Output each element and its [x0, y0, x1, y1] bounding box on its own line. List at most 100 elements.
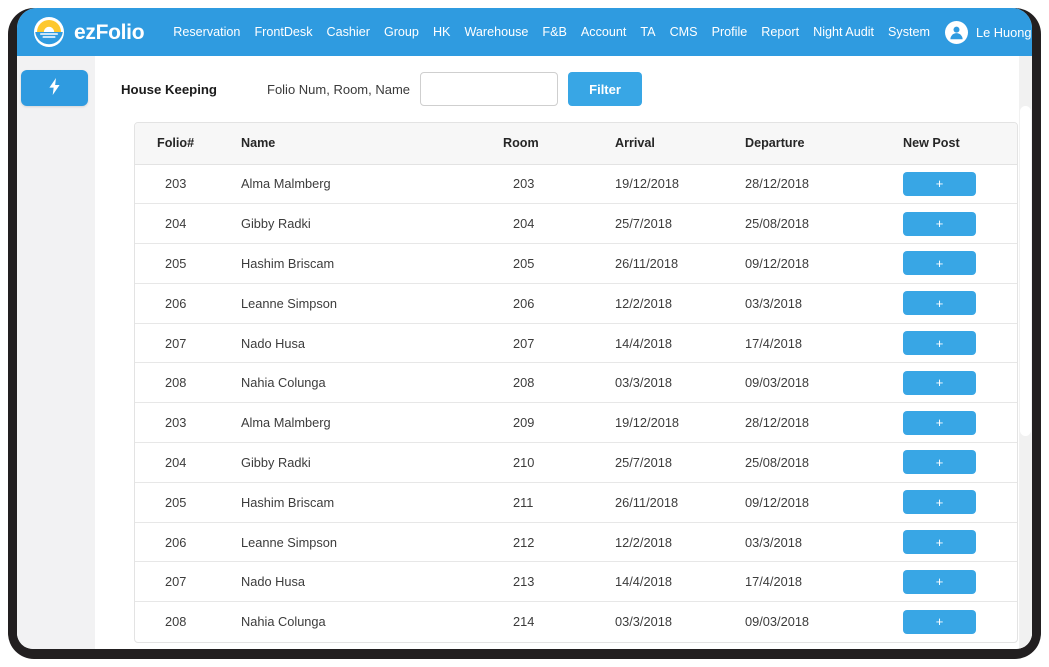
- nav-item-fnb[interactable]: F&B: [535, 19, 574, 45]
- cell-folio: 204: [135, 204, 227, 244]
- cell-departure: 28/12/2018: [735, 164, 895, 204]
- quick-action-button[interactable]: [21, 70, 88, 106]
- app-viewport: ezFolio Reservation FrontDesk Cashier Gr…: [17, 8, 1032, 649]
- brand-name: ezFolio: [74, 22, 144, 43]
- table-row[interactable]: 204Gibby Radki20425/7/201825/08/2018+: [135, 204, 1017, 244]
- nav-item-cashier[interactable]: Cashier: [320, 19, 377, 45]
- nav-item-profile[interactable]: Profile: [705, 19, 755, 45]
- table-row[interactable]: 208Nahia Colunga20803/3/201809/03/2018+: [135, 363, 1017, 403]
- cell-departure: 09/12/2018: [735, 244, 895, 284]
- cell-name: Hashim Briscam: [227, 244, 485, 284]
- new-post-plus-icon-button[interactable]: +: [903, 610, 976, 634]
- nav-item-group[interactable]: Group: [377, 19, 426, 45]
- cell-room: 211: [485, 482, 605, 522]
- column-header-room[interactable]: Room: [485, 123, 605, 164]
- table-row[interactable]: 206Leanne Simpson20612/2/201803/3/2018+: [135, 283, 1017, 323]
- filter-field-label: Folio Num, Room, Name: [267, 82, 410, 97]
- new-post-plus-icon-button[interactable]: +: [903, 490, 976, 514]
- cell-room: 204: [485, 204, 605, 244]
- cell-name: Leanne Simpson: [227, 522, 485, 562]
- nav-item-account[interactable]: Account: [574, 19, 634, 45]
- new-post-plus-icon-button[interactable]: +: [903, 530, 976, 554]
- cell-departure: 09/12/2018: [735, 482, 895, 522]
- cell-name: Nado Husa: [227, 323, 485, 363]
- table-row[interactable]: 203Alma Malmberg20319/12/201828/12/2018+: [135, 164, 1017, 204]
- table-row[interactable]: 208Nahia Colunga21403/3/201809/03/2018+: [135, 602, 1017, 642]
- table-row[interactable]: 206Leanne Simpson21212/2/201803/3/2018+: [135, 522, 1017, 562]
- cell-folio: 208: [135, 602, 227, 642]
- cell-folio: 205: [135, 244, 227, 284]
- nav-item-warehouse[interactable]: Warehouse: [457, 19, 535, 45]
- column-header-departure[interactable]: Departure: [735, 123, 895, 164]
- table-row[interactable]: 204Gibby Radki21025/7/201825/08/2018+: [135, 443, 1017, 483]
- cell-departure: 03/3/2018: [735, 522, 895, 562]
- cell-room: 203: [485, 164, 605, 204]
- column-header-folio[interactable]: Folio#: [135, 123, 227, 164]
- new-post-plus-icon-button[interactable]: +: [903, 371, 976, 395]
- user-name-label: Le Huong Thao: [976, 25, 1032, 40]
- sunrise-logo-icon: [33, 16, 65, 48]
- cell-name: Nado Husa: [227, 562, 485, 602]
- cell-name: Alma Malmberg: [227, 164, 485, 204]
- cell-new-post: +: [895, 602, 1017, 642]
- brand-logo[interactable]: ezFolio: [33, 16, 144, 48]
- new-post-plus-icon-button[interactable]: +: [903, 251, 976, 275]
- cell-room: 209: [485, 403, 605, 443]
- user-avatar-icon: [945, 21, 968, 44]
- cell-name: Nahia Colunga: [227, 602, 485, 642]
- column-header-new-post[interactable]: New Post: [895, 123, 1017, 164]
- cell-room: 206: [485, 283, 605, 323]
- nav-item-cms[interactable]: CMS: [663, 19, 705, 45]
- filter-toolbar: House Keeping Folio Num, Room, Name Filt…: [95, 56, 1032, 122]
- column-header-arrival[interactable]: Arrival: [605, 123, 735, 164]
- nav-item-hk[interactable]: HK: [426, 19, 458, 45]
- cell-departure: 03/3/2018: [735, 283, 895, 323]
- new-post-plus-icon-button[interactable]: +: [903, 291, 976, 315]
- table-row[interactable]: 207Nado Husa20714/4/201817/4/2018+: [135, 323, 1017, 363]
- cell-departure: 17/4/2018: [735, 323, 895, 363]
- cell-name: Hashim Briscam: [227, 482, 485, 522]
- cell-folio: 205: [135, 482, 227, 522]
- cell-departure: 28/12/2018: [735, 403, 895, 443]
- table-row[interactable]: 203Alma Malmberg20919/12/201828/12/2018+: [135, 403, 1017, 443]
- nav-item-night-audit[interactable]: Night Audit: [806, 19, 881, 45]
- cell-arrival: 03/3/2018: [605, 602, 735, 642]
- cell-arrival: 12/2/2018: [605, 283, 735, 323]
- cell-room: 212: [485, 522, 605, 562]
- page-title: House Keeping: [121, 82, 267, 97]
- nav-item-ta[interactable]: TA: [633, 19, 662, 45]
- nav-item-reservation[interactable]: Reservation: [166, 19, 247, 45]
- cell-new-post: +: [895, 323, 1017, 363]
- cell-room: 213: [485, 562, 605, 602]
- nav-item-report[interactable]: Report: [754, 19, 806, 45]
- table-row[interactable]: 205Hashim Briscam20526/11/201809/12/2018…: [135, 244, 1017, 284]
- table-row[interactable]: 205Hashim Briscam21126/11/201809/12/2018…: [135, 482, 1017, 522]
- cell-arrival: 25/7/2018: [605, 204, 735, 244]
- cell-new-post: +: [895, 522, 1017, 562]
- table-body: 203Alma Malmberg20319/12/201828/12/2018+…: [135, 164, 1017, 642]
- nav-item-frontdesk[interactable]: FrontDesk: [247, 19, 319, 45]
- new-post-plus-icon-button[interactable]: +: [903, 212, 976, 236]
- new-post-plus-icon-button[interactable]: +: [903, 172, 976, 196]
- vertical-scrollbar-thumb[interactable]: [1020, 106, 1031, 436]
- search-input[interactable]: [420, 72, 558, 106]
- cell-folio: 208: [135, 363, 227, 403]
- new-post-plus-icon-button[interactable]: +: [903, 411, 976, 435]
- vertical-scrollbar-track[interactable]: [1019, 56, 1032, 649]
- cell-arrival: 26/11/2018: [605, 482, 735, 522]
- new-post-plus-icon-button[interactable]: +: [903, 570, 976, 594]
- table-row[interactable]: 207Nado Husa21314/4/201817/4/2018+: [135, 562, 1017, 602]
- cell-name: Gibby Radki: [227, 204, 485, 244]
- cell-departure: 25/08/2018: [735, 204, 895, 244]
- user-menu[interactable]: Le Huong Thao: [945, 21, 1032, 44]
- left-rail: [17, 56, 95, 649]
- cell-room: 207: [485, 323, 605, 363]
- nav-item-system[interactable]: System: [881, 19, 937, 45]
- new-post-plus-icon-button[interactable]: +: [903, 331, 976, 355]
- table-header-row: Folio# Name Room Arrival Departure New P…: [135, 123, 1017, 164]
- cell-folio: 206: [135, 522, 227, 562]
- filter-button[interactable]: Filter: [568, 72, 642, 106]
- cell-arrival: 14/4/2018: [605, 562, 735, 602]
- new-post-plus-icon-button[interactable]: +: [903, 450, 976, 474]
- column-header-name[interactable]: Name: [227, 123, 485, 164]
